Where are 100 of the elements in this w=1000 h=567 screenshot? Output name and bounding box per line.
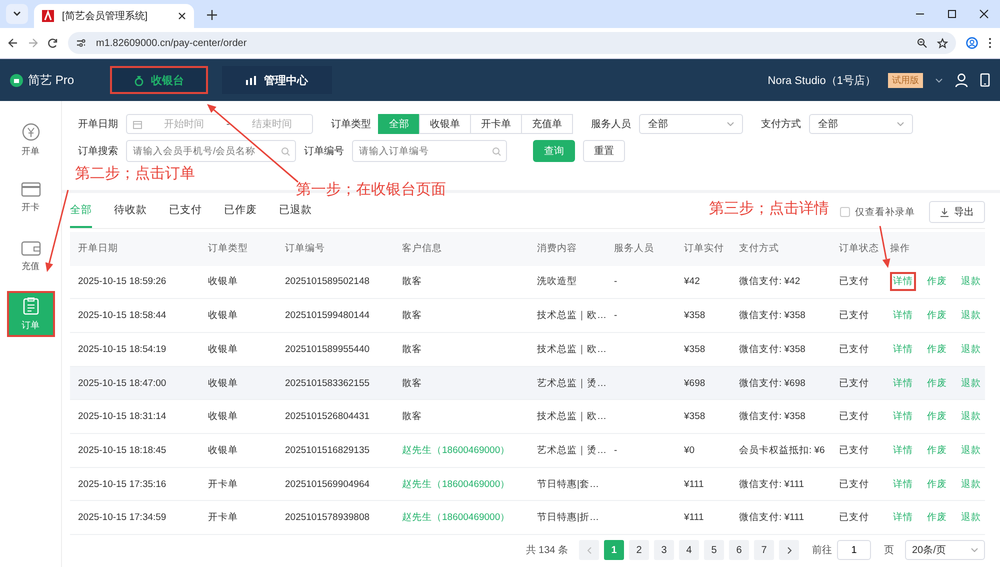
- action-link[interactable]: 详情: [890, 407, 916, 426]
- table-cell-text: 散客: [401, 410, 423, 424]
- action-link[interactable]: 退款: [958, 474, 984, 494]
- column-header: 订单状态: [838, 242, 880, 256]
- table-cell-text: 2025101569904964: [284, 478, 371, 490]
- status-tab[interactable]: 待收款: [114, 200, 147, 228]
- table-cell-text: 艺术总监｜烫…: [536, 444, 606, 457]
- search-field[interactable]: 请输入订单编号: [352, 140, 507, 162]
- filter-option[interactable]: 全部: [378, 114, 420, 134]
- status-tab[interactable]: 全部: [70, 200, 92, 228]
- table-cell-text: 2025101526804431: [284, 411, 371, 422]
- action-link[interactable]: 退款: [958, 340, 984, 359]
- status-tab[interactable]: 已支付: [169, 200, 202, 228]
- table-cell-text: 已支付: [838, 309, 870, 322]
- store-name[interactable]: Nora Studio（1号店）: [768, 72, 876, 88]
- table-cell-text: 2025-10-15 18:47:00: [77, 378, 168, 388]
- table-cell-text: 收银单: [207, 275, 239, 288]
- customer-link[interactable]: 赵先生（18600469000）: [394, 511, 529, 524]
- table-cell-text: ¥358: [683, 310, 706, 322]
- column-header: 支付方式: [738, 242, 780, 256]
- page-input[interactable]: 1: [837, 540, 871, 560]
- page-size-dropdown[interactable]: 20条/页: [905, 540, 985, 560]
- nav-tab[interactable]: 收银台: [110, 66, 208, 94]
- browser-tab[interactable]: [简艺会员管理系统]: [34, 4, 194, 28]
- table-cell-text: 2025101589955440: [284, 344, 371, 355]
- column-header: 订单实付: [683, 242, 725, 256]
- table-cell-text: 2025101583362155: [284, 378, 371, 388]
- customer-link[interactable]: 赵先生（18600469000）: [394, 444, 529, 457]
- export-button[interactable]: 导出: [929, 201, 985, 224]
- action-link[interactable]: 作废: [924, 306, 950, 326]
- action-link[interactable]: 详情: [890, 306, 916, 326]
- action-link[interactable]: 详情: [890, 374, 916, 392]
- action-link[interactable]: 作废: [924, 440, 950, 460]
- status-tab[interactable]: 已退款: [279, 200, 312, 228]
- sidebar-item[interactable]: 开卡: [6, 175, 54, 221]
- action-link[interactable]: 退款: [958, 374, 984, 392]
- date-range-field[interactable]: 开始时间 - 结束时间: [126, 114, 313, 134]
- trial-badge: 试用版: [888, 72, 923, 88]
- action-link[interactable]: 退款: [958, 306, 984, 326]
- nav-tab[interactable]: 管理中心: [222, 66, 332, 94]
- annotation-text: 第三步；点击详情: [709, 199, 829, 218]
- column-header: 订单编号: [284, 242, 326, 256]
- table-cell-text: ¥698: [683, 378, 706, 388]
- action-link[interactable]: 详情: [890, 474, 916, 494]
- filter-option[interactable]: 开卡单: [470, 114, 522, 134]
- total-count: 共 134 条: [526, 544, 568, 558]
- action-link[interactable]: 作废: [924, 407, 950, 426]
- table-cell-text: 技术总监｜欧…: [536, 342, 606, 356]
- page-button[interactable]: 6: [729, 540, 749, 560]
- action-link[interactable]: 作废: [924, 340, 950, 359]
- sidebar-item[interactable]: 订单: [6, 291, 54, 337]
- table-cell-text: 会员卡权益抵扣: ¥6: [738, 444, 826, 457]
- page-button[interactable]: 3: [654, 540, 674, 560]
- table-cell-text: 散客: [401, 342, 423, 356]
- table-cell-text: 收银单: [207, 410, 239, 424]
- page-button[interactable]: 5: [704, 540, 724, 560]
- filter-option[interactable]: 充值单: [521, 114, 573, 134]
- table-cell-text: 2025-10-15 18:58:44: [77, 310, 168, 322]
- field-label: 开单日期: [78, 118, 118, 131]
- action-link[interactable]: 详情: [890, 440, 916, 460]
- table-cell-text: ¥111: [683, 478, 705, 490]
- action-link[interactable]: 退款: [958, 272, 984, 292]
- table-cell-text: ¥358: [683, 344, 706, 355]
- sidebar-item[interactable]: 充值: [6, 233, 54, 279]
- address-bar[interactable]: m1.82609000.cn/pay-center/order: [68, 32, 956, 54]
- page-button[interactable]: 1: [604, 540, 624, 560]
- table-cell-text: 收银单: [207, 342, 239, 356]
- customer-link[interactable]: 赵先生（18600469000）: [394, 478, 529, 491]
- status-tab[interactable]: 已作废: [224, 200, 257, 228]
- table-cell-text: 已支付: [838, 275, 870, 288]
- page-button[interactable]: 2: [629, 540, 649, 560]
- action-link[interactable]: 作废: [924, 508, 950, 528]
- page-button[interactable]: 4: [679, 540, 699, 560]
- table-cell-text: 已支付: [838, 444, 870, 457]
- field-label: 服务人员: [591, 118, 631, 131]
- dropdown[interactable]: 全部: [639, 114, 743, 134]
- action-link[interactable]: 退款: [958, 508, 984, 528]
- url-text: m1.82609000.cn/pay-center/order: [96, 38, 248, 48]
- field-label: 订单编号: [304, 144, 344, 158]
- action-link[interactable]: 详情: [890, 340, 916, 359]
- action-link[interactable]: 退款: [958, 407, 984, 426]
- table-cell-text: 2025-10-15 17:34:59: [77, 512, 168, 524]
- sidebar-item[interactable]: 开单: [6, 117, 54, 163]
- reset-button[interactable]: 重置: [583, 140, 625, 162]
- table-cell-text: 已支付: [838, 478, 870, 491]
- goto-label: 前往: [812, 544, 832, 558]
- action-link[interactable]: 作废: [924, 272, 950, 292]
- column-header: 开单日期: [77, 242, 119, 256]
- filter-option[interactable]: 收银单: [419, 114, 471, 134]
- search-button[interactable]: 查询: [533, 140, 575, 162]
- page-button[interactable]: 7: [754, 540, 774, 560]
- search-field[interactable]: 请输入会员手机号/会员名称: [126, 140, 296, 162]
- action-link[interactable]: 作废: [924, 374, 950, 392]
- action-link[interactable]: 详情: [890, 272, 916, 292]
- table-cell-text: 散客: [401, 376, 423, 390]
- dropdown[interactable]: 全部: [809, 114, 913, 134]
- action-link[interactable]: 作废: [924, 474, 950, 494]
- action-link[interactable]: 退款: [958, 440, 984, 460]
- table-cell-text: ¥0: [683, 444, 696, 456]
- action-link[interactable]: 详情: [890, 508, 916, 528]
